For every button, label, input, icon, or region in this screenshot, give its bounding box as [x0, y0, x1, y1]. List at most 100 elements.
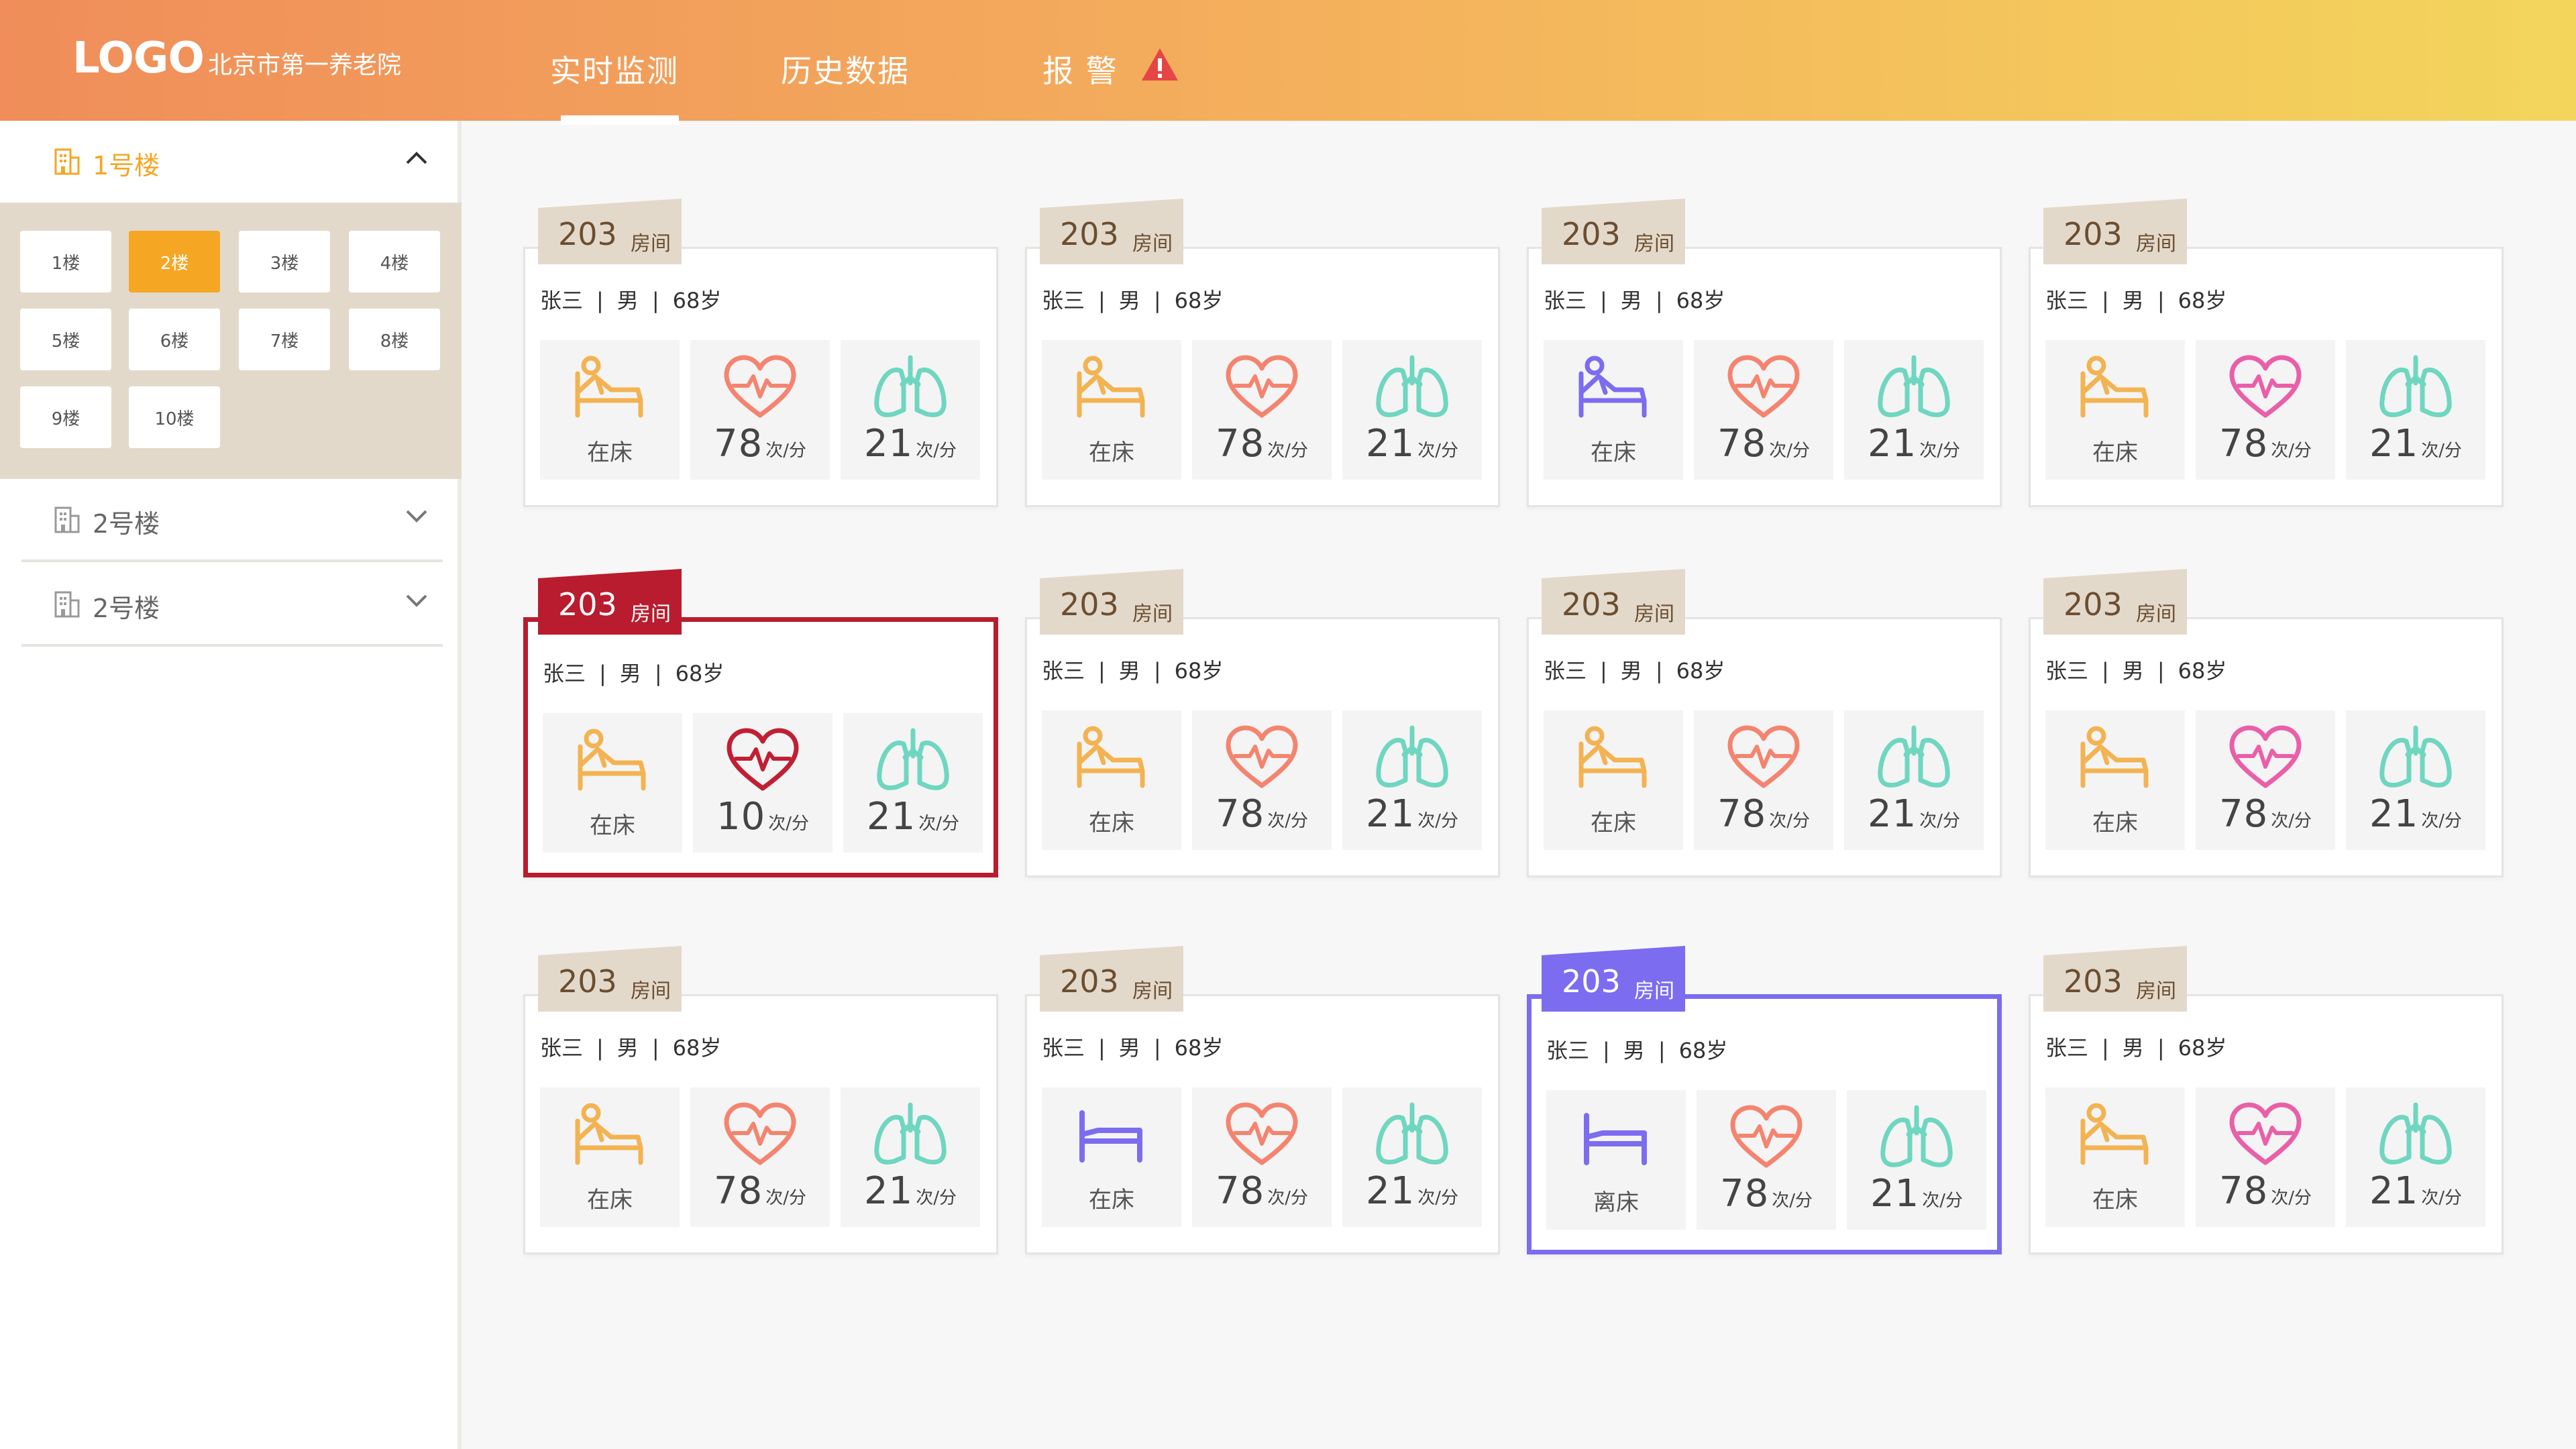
nav-history-data[interactable]: 历史数据: [781, 47, 910, 91]
alarm-warning-icon[interactable]: [1140, 47, 1179, 82]
heart-rate-value: 78 次/分: [1694, 422, 1833, 466]
floor-button-3[interactable]: 3楼: [239, 231, 330, 292]
resident-name: 张三: [2045, 288, 2089, 313]
room-unit: 房间: [631, 232, 671, 256]
building-1-header[interactable]: 1号楼: [0, 121, 462, 201]
floor-button-8[interactable]: 8楼: [349, 309, 440, 370]
floor-button-9[interactable]: 9楼: [20, 386, 111, 448]
room-card[interactable]: 张三 | 男 | 68岁 在床 78 次/分 21 次/分: [2029, 247, 2504, 507]
heart-rate-number: 78: [1215, 792, 1265, 836]
building-3-header[interactable]: 2号楼: [0, 564, 462, 644]
heart-rate-box: 78 次/分: [2196, 340, 2335, 480]
lungs-icon: [877, 728, 949, 790]
separator: |: [596, 1035, 604, 1061]
breath-rate-box: 21 次/分: [1844, 710, 1984, 850]
floor-button-5[interactable]: 5楼: [20, 309, 111, 370]
room-number: 203: [1060, 963, 1119, 1000]
floor-button-2[interactable]: 2楼: [129, 231, 220, 292]
resident-name: 张三: [1544, 288, 1587, 313]
rate-unit: 次/分: [1769, 811, 1811, 831]
room-tab[interactable]: 203 房间: [2043, 199, 2187, 264]
rate-unit: 次/分: [916, 441, 957, 461]
breath-rate-box: 21 次/分: [841, 1087, 980, 1227]
in-bed-icon: [575, 1103, 643, 1165]
logo[interactable]: LOGO: [72, 34, 205, 83]
room-tab[interactable]: 203 房间: [1542, 946, 1685, 1012]
bed-status-label: 在床: [1089, 810, 1134, 837]
room-tab[interactable]: 203 房间: [2043, 946, 2187, 1012]
lungs-icon: [2379, 355, 2452, 417]
heart-rate-number: 10: [716, 795, 766, 839]
bed-status-box: 在床: [1042, 710, 1181, 850]
room-card[interactable]: 张三 | 男 | 68岁 在床 78 次/分 21 次/分: [1025, 994, 1500, 1254]
bed-status-label: 在床: [1591, 810, 1636, 837]
lungs-icon: [1376, 725, 1448, 788]
rate-unit: 次/分: [2271, 441, 2312, 461]
divider: [21, 644, 443, 647]
room-tab[interactable]: 203 房间: [1040, 199, 1183, 264]
floor-button-10[interactable]: 10楼: [129, 386, 220, 448]
rate-unit: 次/分: [918, 814, 960, 834]
breath-rate-number: 21: [1365, 792, 1415, 836]
room-card[interactable]: 张三 | 男 | 68岁 在床 78 次/分 21 次/分: [523, 247, 998, 507]
lungs-icon: [874, 1102, 947, 1165]
resident-gender: 男: [616, 288, 639, 313]
floor-button-1[interactable]: 1楼: [20, 231, 111, 292]
rate-unit: 次/分: [2421, 1188, 2463, 1208]
rate-unit: 次/分: [2271, 1188, 2312, 1208]
breath-rate-number: 21: [1870, 1172, 1920, 1216]
floor-button-4[interactable]: 4楼: [349, 231, 440, 292]
room-card[interactable]: 张三 | 男 | 68岁 在床 78 次/分 21 次/分: [523, 994, 998, 1254]
breath-rate-number: 21: [2369, 1169, 2419, 1213]
bed-status-box: 离床: [1546, 1090, 1686, 1230]
rate-unit: 次/分: [765, 1188, 807, 1208]
room-card[interactable]: 张三 | 男 | 68岁 离床 78 次/分 21 次/分: [1527, 994, 2002, 1254]
room-card[interactable]: 张三 | 男 | 68岁 在床 78 次/分 21 次/分: [1025, 247, 1500, 507]
bed-status-label: 在床: [1591, 439, 1636, 466]
room-unit: 房间: [631, 602, 671, 626]
room-card[interactable]: 张三 | 男 | 68岁 在床 78 次/分 21 次/分: [1527, 617, 2002, 877]
separator: |: [1600, 658, 1607, 684]
room-number: 203: [558, 586, 617, 623]
chevron-down-icon[interactable]: [405, 508, 428, 523]
room-tab[interactable]: 203 房间: [1040, 569, 1183, 635]
floor-button-7[interactable]: 7楼: [239, 309, 330, 370]
room-tab[interactable]: 203 房间: [538, 569, 682, 635]
room-card[interactable]: 张三 | 男 | 68岁 在床 10 次/分 21 次/分: [523, 617, 998, 877]
room-card[interactable]: 张三 | 男 | 68岁 在床 78 次/分 21 次/分: [1527, 247, 2002, 507]
lungs-icon: [1376, 355, 1448, 417]
bed-status-box: 在床: [1544, 710, 1683, 850]
chevron-down-icon[interactable]: [405, 593, 428, 608]
floor-button-6[interactable]: 6楼: [129, 309, 220, 370]
building-2-header[interactable]: 2号楼: [0, 479, 462, 559]
room-tab[interactable]: 203 房间: [1542, 569, 1685, 635]
room-tab[interactable]: 203 房间: [538, 946, 682, 1012]
resident-name: 张三: [540, 288, 584, 313]
heart-rate-number: 78: [1717, 422, 1767, 466]
breath-rate-value: 21 次/分: [1342, 792, 1482, 836]
heart-rate-value: 78 次/分: [2196, 1169, 2335, 1213]
room-unit: 房间: [1132, 602, 1173, 626]
rate-unit: 次/分: [2421, 441, 2463, 461]
breath-rate-number: 21: [1867, 422, 1917, 466]
rate-unit: 次/分: [1267, 441, 1309, 461]
resident-info: 张三 | 男 | 68岁: [540, 1031, 721, 1062]
room-card[interactable]: 张三 | 男 | 68岁 在床 78 次/分 21 次/分: [2029, 994, 2504, 1254]
room-tab[interactable]: 203 房间: [1040, 946, 1183, 1012]
nav-alarm[interactable]: 报 警: [1042, 47, 1118, 91]
bed-status-label: 在床: [587, 1187, 633, 1214]
separator: |: [1603, 1038, 1610, 1063]
floor-selector: 1楼 2楼 3楼 4楼 5楼 6楼 7楼 8楼 9楼 10楼: [0, 203, 462, 479]
building-icon: [54, 591, 80, 618]
nav-realtime-monitor[interactable]: 实时监测: [550, 47, 679, 125]
room-card[interactable]: 张三 | 男 | 68岁 在床 78 次/分 21 次/分: [2029, 617, 2504, 877]
breath-rate-value: 21 次/分: [2346, 792, 2485, 836]
room-card[interactable]: 张三 | 男 | 68岁 在床 78 次/分 21 次/分: [1025, 617, 1500, 877]
breath-rate-box: 21 次/分: [843, 713, 983, 853]
room-unit: 房间: [1634, 602, 1674, 626]
heart-rate-box: 78 次/分: [1192, 1087, 1332, 1227]
room-tab[interactable]: 203 房间: [1542, 199, 1685, 264]
chevron-up-icon[interactable]: [405, 150, 428, 165]
room-tab[interactable]: 203 房间: [538, 199, 682, 264]
room-tab[interactable]: 203 房间: [2043, 569, 2187, 635]
